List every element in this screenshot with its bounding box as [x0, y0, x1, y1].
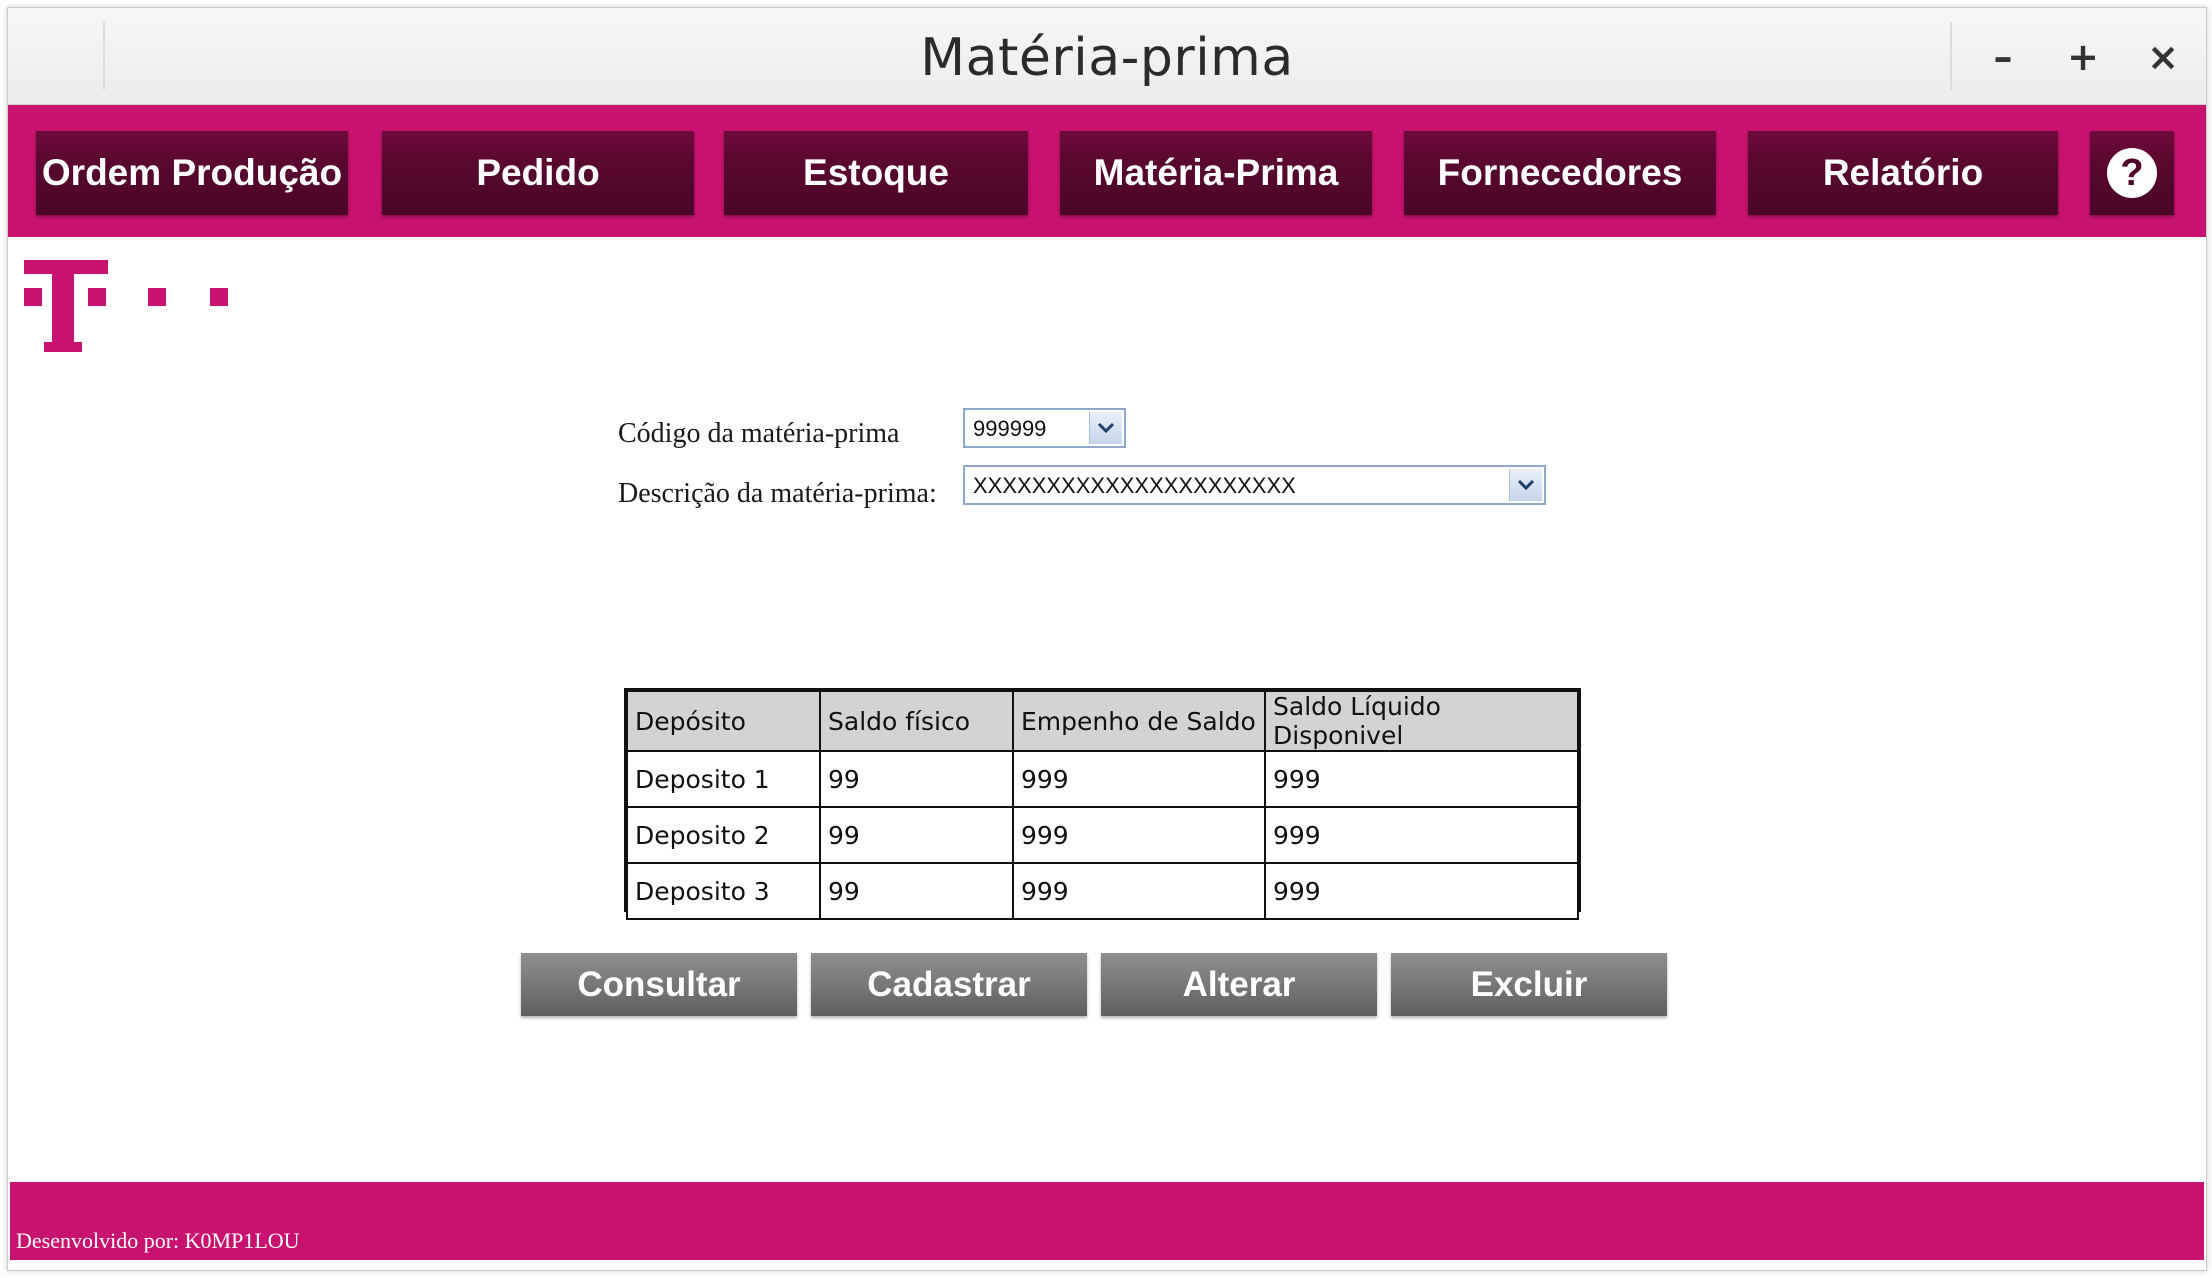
minimize-button[interactable]: – [1976, 30, 2030, 84]
footer-bar: Desenvolvido por: K0MP1LOU [10, 1182, 2204, 1260]
maximize-button[interactable]: + [2056, 30, 2110, 84]
nav-relatorio[interactable]: Relatório [1748, 131, 2058, 215]
excluir-button[interactable]: Excluir [1391, 953, 1667, 1016]
code-label: Código da matéria-prima [618, 418, 900, 449]
header-saldo-liquido: Saldo Líquido Disponivel [1264, 690, 1579, 752]
description-value: XXXXXXXXXXXXXXXXXXXXXX [973, 473, 1296, 498]
footer-credit: Desenvolvido por: K0MP1LOU [16, 1228, 300, 1253]
title-bar-separator [1950, 22, 1952, 90]
table-header-row: Depósito Saldo físico Empenho de Saldo S… [626, 690, 1579, 752]
code-value: 999999 [973, 416, 1047, 441]
header-saldo-fisico: Saldo físico [819, 690, 1014, 752]
cell-deposito: Deposito 2 [626, 806, 821, 864]
cell-saldo-fisico: 99 [819, 806, 1014, 864]
nav-materia-prima[interactable]: Matéria-Prima [1060, 131, 1372, 215]
nav-bar: Ordem Produção Pedido Estoque Matéria-Pr… [8, 105, 2206, 237]
header-empenho-saldo: Empenho de Saldo [1012, 690, 1266, 752]
close-button[interactable]: × [2136, 30, 2190, 84]
cell-saldo-fisico: 99 [819, 750, 1014, 808]
cell-empenho-saldo: 999 [1012, 862, 1266, 920]
cell-saldo-liquido: 999 [1264, 750, 1579, 808]
description-label: Descrição da matéria-prima: [618, 478, 937, 509]
cell-empenho-saldo: 999 [1012, 750, 1266, 808]
table-row[interactable]: Deposito 2 99 999 999 [626, 806, 1579, 864]
header-deposito: Depósito [626, 690, 821, 752]
help-button[interactable]: ? [2090, 131, 2174, 215]
cell-saldo-liquido: 999 [1264, 862, 1579, 920]
question-mark-icon: ? [2107, 148, 2157, 198]
nav-estoque[interactable]: Estoque [724, 131, 1028, 215]
window-title: Matéria-prima [920, 28, 1294, 88]
app-window: Matéria-prima – + × Ordem Produção Pedid… [7, 7, 2207, 1271]
cell-saldo-liquido: 999 [1264, 806, 1579, 864]
description-select[interactable]: XXXXXXXXXXXXXXXXXXXXXX [963, 465, 1546, 505]
table-row[interactable]: Deposito 1 99 999 999 [626, 750, 1579, 808]
nav-ordem-producao[interactable]: Ordem Produção [36, 131, 348, 215]
nav-pedido[interactable]: Pedido [382, 131, 694, 215]
cell-deposito: Deposito 3 [626, 862, 821, 920]
chevron-down-icon[interactable] [1509, 469, 1542, 501]
title-bar: Matéria-prima – + × [8, 8, 2206, 105]
code-select[interactable]: 999999 [963, 408, 1126, 448]
chevron-down-icon[interactable] [1089, 412, 1122, 444]
cell-deposito: Deposito 1 [626, 750, 821, 808]
cell-saldo-fisico: 99 [819, 862, 1014, 920]
cadastrar-button[interactable]: Cadastrar [811, 953, 1087, 1016]
stock-table: Depósito Saldo físico Empenho de Saldo S… [624, 688, 1581, 920]
nav-fornecedores[interactable]: Fornecedores [1404, 131, 1716, 215]
consultar-button[interactable]: Consultar [521, 953, 797, 1016]
cell-empenho-saldo: 999 [1012, 806, 1266, 864]
telekom-t-logo [24, 260, 228, 352]
table-row[interactable]: Deposito 3 99 999 999 [626, 862, 1579, 920]
alterar-button[interactable]: Alterar [1101, 953, 1377, 1016]
